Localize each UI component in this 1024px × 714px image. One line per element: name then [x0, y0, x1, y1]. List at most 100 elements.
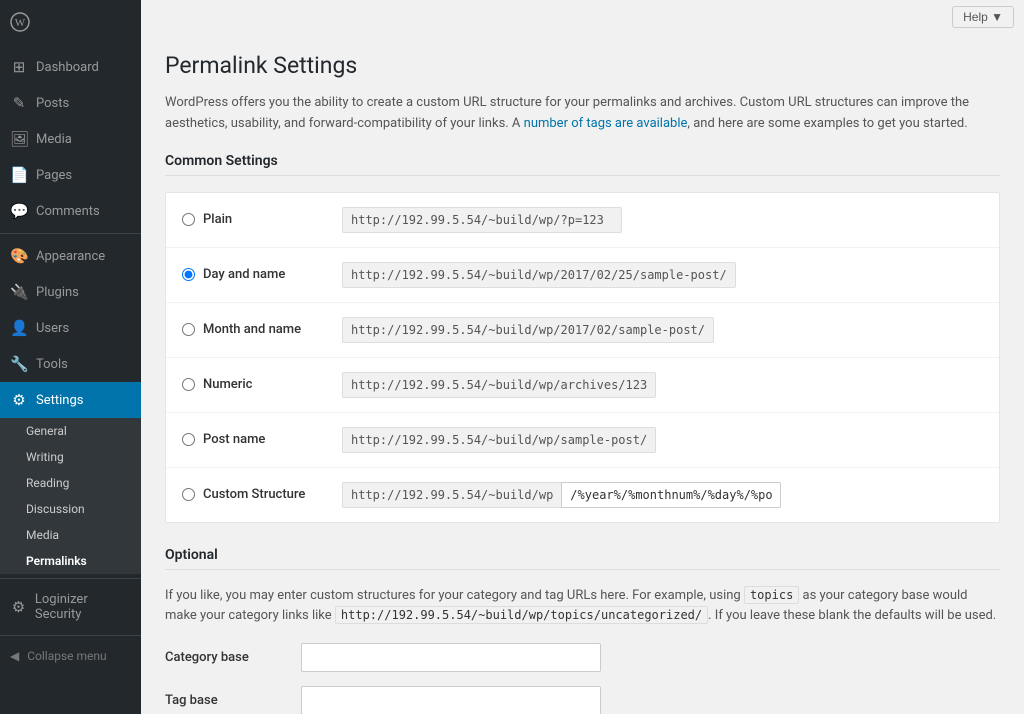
- tags-link[interactable]: number of tags are available: [524, 116, 688, 131]
- day-and-name-radio[interactable]: [182, 268, 195, 281]
- sidebar-divider-2: [0, 578, 141, 579]
- topics-code: topics: [744, 586, 799, 604]
- sidebar-item-label: Plugins: [36, 285, 79, 300]
- plugins-icon: 🔌: [10, 283, 28, 301]
- sidebar-item-appearance[interactable]: 🎨 Appearance: [0, 238, 141, 274]
- sidebar-item-dashboard[interactable]: ⊞ Dashboard: [0, 49, 141, 85]
- sidebar-item-label: Comments: [36, 204, 100, 219]
- post-name-label[interactable]: Post name: [182, 432, 342, 447]
- sidebar-item-users[interactable]: 👤 Users: [0, 310, 141, 346]
- sidebar-item-tools[interactable]: 🔧 Tools: [0, 346, 141, 382]
- common-settings-title: Common Settings: [165, 153, 1000, 176]
- plain-url: http://192.99.5.54/~build/wp/?p=123: [342, 207, 622, 233]
- sidebar-item-label: Appearance: [36, 249, 105, 264]
- sidebar-sub-media[interactable]: Media: [0, 522, 141, 548]
- optional-title: Optional: [165, 547, 1000, 570]
- plain-label-text: Plain: [203, 212, 232, 227]
- appearance-icon: 🎨: [10, 247, 28, 265]
- post-name-url: http://192.99.5.54/~build/wp/sample-post…: [342, 427, 656, 453]
- comments-icon: 💬: [10, 202, 28, 220]
- sidebar-item-label: Pages: [36, 168, 72, 183]
- permalink-options-form: Plain http://192.99.5.54/~build/wp/?p=12…: [165, 192, 1000, 523]
- sidebar-item-posts[interactable]: ✎ Posts: [0, 85, 141, 121]
- main-content: Help ▼ Permalink Settings WordPress offe…: [141, 0, 1024, 714]
- collapse-menu[interactable]: ◀ Collapse menu: [0, 640, 141, 672]
- optional-desc-3: . If you leave these blank the defaults …: [708, 608, 996, 623]
- page-description: WordPress offers you the ability to crea…: [165, 93, 1000, 135]
- sidebar-item-comments[interactable]: 💬 Comments: [0, 193, 141, 229]
- sidebar-sub-reading[interactable]: Reading: [0, 470, 141, 496]
- custom-url-group: http://192.99.5.54/~build/wp: [342, 482, 781, 508]
- sidebar-item-label: Media: [36, 132, 72, 147]
- category-base-row: Category base: [165, 643, 1000, 672]
- post-name-radio[interactable]: [182, 433, 195, 446]
- sidebar-divider: [0, 233, 141, 234]
- optional-section: Optional If you like, you may enter cust…: [165, 547, 1000, 714]
- sidebar-item-label: Tools: [36, 357, 68, 372]
- sidebar-sub-general[interactable]: General: [0, 418, 141, 444]
- tag-base-row: Tag base: [165, 686, 1000, 714]
- numeric-url: http://192.99.5.54/~build/wp/archives/12…: [342, 372, 656, 398]
- custom-structure-label[interactable]: Custom Structure: [182, 487, 342, 502]
- sidebar-sub-writing[interactable]: Writing: [0, 444, 141, 470]
- numeric-radio[interactable]: [182, 378, 195, 391]
- optional-desc-1: If you like, you may enter custom struct…: [165, 588, 744, 603]
- posts-icon: ✎: [10, 94, 28, 112]
- sidebar-logo: W: [0, 0, 141, 49]
- collapse-icon: ◀: [10, 649, 19, 663]
- month-and-name-label[interactable]: Month and name: [182, 322, 342, 337]
- optional-description: If you like, you may enter custom struct…: [165, 586, 1000, 628]
- permalink-option-month-and-name: Month and name http://192.99.5.54/~build…: [166, 303, 999, 358]
- tag-base-input[interactable]: [301, 686, 601, 714]
- loginizer-icon: ⚙: [10, 598, 27, 616]
- collapse-label: Collapse menu: [27, 649, 106, 663]
- dashboard-icon: ⊞: [10, 58, 28, 76]
- plain-radio[interactable]: [182, 213, 195, 226]
- description-text-2: , and here are some examples to get you …: [687, 116, 967, 131]
- custom-url-prefix: http://192.99.5.54/~build/wp: [342, 482, 561, 508]
- wordpress-logo-icon: W: [10, 12, 30, 37]
- plain-label[interactable]: Plain: [182, 212, 342, 227]
- media-icon: 🖼: [10, 130, 28, 148]
- sidebar-item-plugins[interactable]: 🔌 Plugins: [0, 274, 141, 310]
- pages-icon: 📄: [10, 166, 28, 184]
- svg-text:W: W: [15, 17, 26, 29]
- sidebar-item-label: Settings: [36, 393, 83, 408]
- month-and-name-label-text: Month and name: [203, 322, 301, 337]
- day-and-name-url: http://192.99.5.54/~build/wp/2017/02/25/…: [342, 262, 736, 288]
- settings-icon: ⚙: [10, 391, 28, 409]
- custom-url-suffix: [561, 482, 781, 508]
- sidebar-divider-3: [0, 635, 141, 636]
- day-and-name-label-text: Day and name: [203, 267, 285, 282]
- help-button[interactable]: Help ▼: [952, 6, 1014, 28]
- tools-icon: 🔧: [10, 355, 28, 373]
- permalink-option-post-name: Post name http://192.99.5.54/~build/wp/s…: [166, 413, 999, 468]
- page-title: Permalink Settings: [165, 52, 1000, 79]
- tag-base-label: Tag base: [165, 693, 285, 708]
- sidebar: W ⊞ Dashboard ✎ Posts 🖼 Media 📄 Pages 💬 …: [0, 0, 141, 714]
- sidebar-item-label: Dashboard: [36, 60, 99, 75]
- sidebar-item-label: Users: [36, 321, 69, 336]
- month-and-name-url: http://192.99.5.54/~build/wp/2017/02/sam…: [342, 317, 714, 343]
- custom-structure-label-text: Custom Structure: [203, 487, 305, 502]
- month-and-name-radio[interactable]: [182, 323, 195, 336]
- category-base-input[interactable]: [301, 643, 601, 672]
- day-and-name-label[interactable]: Day and name: [182, 267, 342, 282]
- custom-structure-input[interactable]: [561, 482, 781, 508]
- permalink-option-custom: Custom Structure http://192.99.5.54/~bui…: [166, 468, 999, 522]
- sidebar-item-settings[interactable]: ⚙ Settings: [0, 382, 141, 418]
- permalink-option-plain: Plain http://192.99.5.54/~build/wp/?p=12…: [166, 193, 999, 248]
- settings-submenu: General Writing Reading Discussion Media…: [0, 418, 141, 574]
- sidebar-sub-discussion[interactable]: Discussion: [0, 496, 141, 522]
- sidebar-item-label: Loginizer Security: [35, 592, 131, 622]
- sidebar-sub-permalinks[interactable]: Permalinks: [0, 548, 141, 574]
- numeric-label[interactable]: Numeric: [182, 377, 342, 392]
- permalink-option-day-and-name: Day and name http://192.99.5.54/~build/w…: [166, 248, 999, 303]
- custom-structure-radio[interactable]: [182, 488, 195, 501]
- category-base-label: Category base: [165, 650, 285, 665]
- sidebar-item-loginizer[interactable]: ⚙ Loginizer Security: [0, 583, 141, 631]
- sidebar-item-pages[interactable]: 📄 Pages: [0, 157, 141, 193]
- users-icon: 👤: [10, 319, 28, 337]
- sidebar-item-media[interactable]: 🖼 Media: [0, 121, 141, 157]
- post-name-label-text: Post name: [203, 432, 265, 447]
